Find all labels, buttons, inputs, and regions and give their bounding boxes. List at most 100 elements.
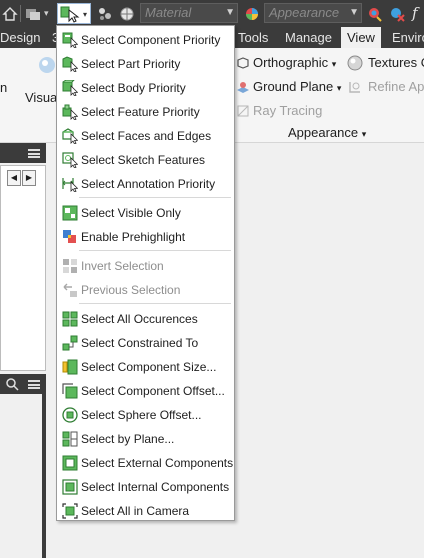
- all-in-camera-icon: [62, 503, 78, 519]
- menu-item-body-priority[interactable]: Select Body Priority: [59, 77, 232, 99]
- menu-item-sphere-offset[interactable]: Select Sphere Offset...: [59, 404, 232, 426]
- adjust-appearance-icon[interactable]: [366, 3, 384, 24]
- tab-environments[interactable]: Enviro: [392, 27, 424, 48]
- prehighlight-icon: [62, 229, 78, 245]
- invert-selection-icon: [62, 258, 78, 274]
- menu-item-external-components[interactable]: Select External Components: [59, 452, 234, 474]
- external-components-icon: [62, 455, 78, 471]
- menu-item-invert-selection[interactable]: Invert Selection: [59, 255, 232, 277]
- menu-item-part-priority[interactable]: Select Part Priority: [59, 53, 232, 75]
- menu-item-label: Select Sketch Features: [81, 153, 206, 167]
- visual-style-label[interactable]: Visual: [25, 90, 60, 105]
- menu-item-label: Select Visible Only: [81, 206, 181, 220]
- menu-item-all-occurences[interactable]: Select All Occurences: [59, 308, 232, 330]
- tab-tools[interactable]: Tools: [238, 27, 268, 48]
- menu-item-label: Select Component Offset...: [81, 384, 225, 398]
- tab-design[interactable]: Design: [0, 27, 40, 48]
- component-size-icon: [62, 359, 78, 375]
- ribbon-left-label: n: [0, 80, 8, 95]
- constrained-to-icon: [62, 335, 78, 351]
- hamburger-menu-icon[interactable]: [28, 149, 40, 158]
- scroll-left-icon[interactable]: ◀: [7, 170, 21, 186]
- tab-manage[interactable]: Manage: [285, 27, 332, 48]
- textures-button[interactable]: Textures O: [368, 55, 424, 70]
- menu-item-label: Select All Occurences: [81, 312, 198, 326]
- chevron-down-icon: ▾: [336, 83, 342, 93]
- sketch-features-icon: [62, 152, 79, 169]
- fx-button[interactable]: f: [412, 3, 424, 24]
- menu-item-feature-priority[interactable]: Select Feature Priority: [59, 101, 232, 123]
- browser-panel-body: ◀ ▶: [0, 165, 46, 371]
- tab-view[interactable]: View: [341, 27, 381, 48]
- menu-item-label: Previous Selection: [81, 283, 181, 297]
- menu-item-previous-selection[interactable]: Previous Selection: [59, 279, 232, 301]
- menu-item-component-priority[interactable]: Select Component Priority: [59, 29, 232, 51]
- refine-icon: [347, 80, 363, 94]
- selection-priority-menu: Select Component Priority Select Part Pri…: [56, 25, 235, 521]
- menu-item-component-offset[interactable]: Select Component Offset...: [59, 380, 232, 402]
- textures-icon: [347, 55, 363, 71]
- feature-priority-icon: [62, 104, 79, 121]
- globe-icon[interactable]: [118, 3, 136, 24]
- hamburger-menu-icon[interactable]: [28, 380, 40, 389]
- menu-item-label: Select Body Priority: [81, 81, 186, 95]
- menu-item-sketch-features[interactable]: Select Sketch Features: [59, 149, 232, 171]
- previous-selection-icon: [62, 282, 78, 298]
- menu-item-label: Invert Selection: [81, 259, 164, 273]
- menu-item-label: Select Faces and Edges: [81, 129, 212, 143]
- menu-item-label: Select External Components: [81, 456, 234, 470]
- menu-item-all-in-camera[interactable]: Select All in Camera: [59, 500, 232, 522]
- chevron-down-icon: ▼: [225, 7, 235, 18]
- menu-separator: [79, 197, 231, 198]
- material-placeholder: Material: [145, 5, 192, 20]
- clear-appearance-icon[interactable]: [388, 3, 406, 24]
- menu-item-label: Select Sphere Offset...: [81, 408, 202, 422]
- menu-item-visible-only[interactable]: Select Visible Only: [59, 202, 232, 224]
- menu-item-constrained-to[interactable]: Select Constrained To: [59, 332, 232, 354]
- menu-item-internal-components[interactable]: Select Internal Components: [59, 476, 232, 498]
- menu-item-label: Select Internal Components: [81, 480, 230, 494]
- visual-style-icon[interactable]: [38, 56, 56, 74]
- component-priority-icon: [62, 32, 79, 49]
- material-combo[interactable]: Material ▼: [140, 3, 238, 23]
- secondary-panel-header: [0, 374, 46, 394]
- sphere-offset-icon: [62, 407, 78, 423]
- chevron-down-icon[interactable]: ▾: [44, 3, 53, 24]
- by-plane-icon: [62, 431, 78, 447]
- all-occurences-icon: [62, 311, 78, 327]
- orthographic-button[interactable]: Orthographic ▾: [253, 55, 336, 70]
- ray-tracing-button[interactable]: Ray Tracing: [253, 103, 322, 118]
- menu-item-annotation-priority[interactable]: Select Annotation Priority: [59, 173, 232, 195]
- selection-filter-button[interactable]: ▾: [57, 3, 91, 24]
- chevron-down-icon: ▾: [331, 59, 337, 69]
- appearance-override-icon[interactable]: [24, 3, 42, 24]
- menu-item-label: Select All in Camera: [81, 504, 190, 518]
- fx-label: f: [412, 4, 418, 22]
- home-icon[interactable]: [2, 3, 18, 24]
- menu-item-faces-edges[interactable]: Select Faces and Edges: [59, 125, 232, 147]
- part-priority-icon: [62, 56, 79, 73]
- orthographic-icon: [236, 56, 250, 70]
- menu-item-label: Select Feature Priority: [81, 105, 200, 119]
- annotation-priority-icon: [62, 176, 79, 193]
- menu-item-label: Select Annotation Priority: [81, 177, 216, 191]
- menu-item-label: Select Component Priority: [81, 33, 221, 47]
- ground-plane-button[interactable]: Ground Plane ▾: [253, 79, 341, 94]
- search-icon[interactable]: [5, 377, 19, 391]
- visible-only-icon: [62, 205, 78, 221]
- menu-item-by-plane[interactable]: Select by Plane...: [59, 428, 232, 450]
- menu-item-label: Select Constrained To: [81, 336, 199, 350]
- menu-separator: [79, 250, 231, 251]
- menu-item-label: Select by Plane...: [81, 432, 175, 446]
- appearance-combo[interactable]: Appearance ▼: [264, 3, 362, 23]
- menu-item-component-size[interactable]: Select Component Size...: [59, 356, 232, 378]
- refine-button[interactable]: Refine App: [368, 79, 424, 94]
- menu-item-prehighlight[interactable]: Enable Prehighlight: [59, 226, 232, 248]
- scroll-right-icon[interactable]: ▶: [22, 170, 36, 186]
- ground-shadow-icon[interactable]: [96, 3, 114, 24]
- appearance-panel-title[interactable]: Appearance ▾: [288, 125, 366, 140]
- panel-border: [42, 394, 46, 558]
- color-wheel-icon[interactable]: [243, 3, 261, 24]
- internal-components-icon: [62, 479, 78, 495]
- quick-access-toolbar: ▾ ▾ Material ▼ Appearance ▼ f: [0, 0, 424, 27]
